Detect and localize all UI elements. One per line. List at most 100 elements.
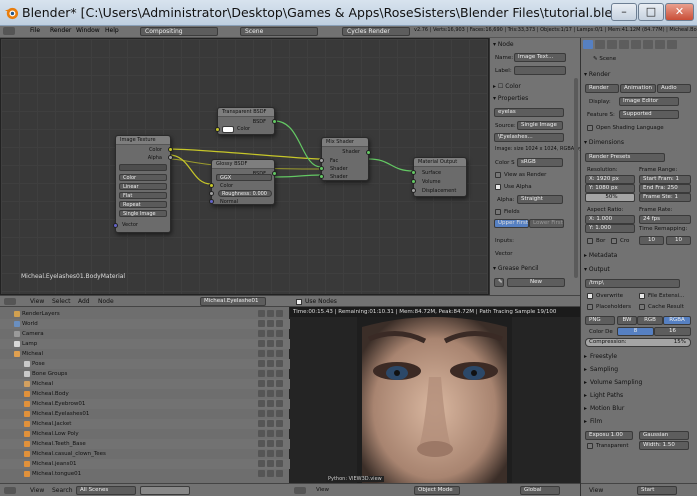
output-socket[interactable] — [366, 150, 371, 155]
material-tab-icon[interactable] — [655, 40, 665, 49]
file-path-field[interactable]: \Eyelashes... — [494, 133, 564, 142]
cursor-visibility-icon[interactable] — [267, 370, 274, 377]
camera-visibility-icon[interactable] — [276, 400, 283, 407]
eye-visibility-icon[interactable] — [258, 430, 265, 437]
outliner-row[interactable]: Micheal — [0, 379, 290, 389]
cursor-visibility-icon[interactable] — [267, 350, 274, 357]
alpha-mode-select[interactable]: Straight — [517, 195, 563, 204]
light-paths-panel-header[interactable]: Light Paths — [584, 391, 694, 401]
outliner-row[interactable]: Micheal.Eyebrow01 — [0, 399, 290, 409]
lower-first-toggle[interactable]: Lower First — [529, 219, 564, 228]
editor-type-icon[interactable] — [4, 487, 16, 494]
input-socket[interactable] — [113, 223, 118, 228]
sidebar-scrollbar[interactable] — [574, 78, 578, 278]
editor-type-icon[interactable] — [294, 487, 306, 494]
file-format-select[interactable]: PNG — [585, 316, 615, 325]
outliner-row[interactable]: Micheal.Teeth_Base — [0, 439, 290, 449]
eye-visibility-icon[interactable] — [258, 380, 265, 387]
colorspace-select[interactable]: sRGB — [517, 158, 563, 167]
node-editor[interactable]: Image Texture Color Alpha Color Linear F… — [0, 38, 489, 295]
resolution-percentage[interactable]: 50% — [585, 193, 635, 202]
render-panel-header[interactable]: ▾ Render — [584, 71, 610, 78]
crop-checkbox[interactable] — [611, 238, 617, 244]
extension-select[interactable]: Repeat — [119, 201, 167, 208]
input-socket[interactable] — [319, 158, 324, 163]
new-grease-pencil-button[interactable]: New — [507, 278, 565, 287]
menu-view[interactable]: View — [30, 487, 44, 494]
output-socket[interactable] — [272, 119, 277, 124]
outliner-row[interactable]: Micheal — [0, 349, 290, 359]
node-section-header[interactable]: ▾ Node — [493, 41, 514, 48]
freestyle-panel-header[interactable]: Freestyle — [584, 352, 694, 362]
material-datablock[interactable]: Micheal.Eyelashe01 — [200, 297, 266, 306]
color-section-header[interactable]: ▸ ☐ Color — [493, 83, 521, 90]
camera-visibility-icon[interactable] — [276, 380, 283, 387]
menu-file[interactable]: File — [30, 27, 40, 34]
cursor-visibility-icon[interactable] — [267, 470, 274, 477]
editor-type-icon[interactable] — [3, 27, 15, 35]
output-panel-header[interactable]: ▾ Output — [584, 266, 610, 273]
camera-visibility-icon[interactable] — [276, 390, 283, 397]
cache-result-checkbox[interactable] — [639, 304, 645, 310]
screen-layout-select[interactable]: Compositing — [140, 27, 218, 36]
node-label-field[interactable] — [514, 66, 566, 75]
material-output-node[interactable]: Material Output Surface Volume Displacem… — [411, 157, 467, 197]
source-select[interactable]: Single Image — [119, 210, 167, 217]
file-extension-checkbox[interactable] — [639, 293, 645, 299]
compression-slider[interactable]: Compression: 15% — [585, 338, 691, 347]
render-tab-icon[interactable] — [583, 40, 593, 49]
cursor-visibility-icon[interactable] — [267, 400, 274, 407]
output-socket[interactable] — [272, 171, 277, 176]
editor-type-icon[interactable] — [4, 298, 16, 305]
camera-visibility-icon[interactable] — [276, 440, 283, 447]
outliner-row[interactable]: Micheal.Eyelashes01 — [0, 409, 290, 419]
properties-section-header[interactable]: ▾ Properties — [493, 95, 528, 102]
output-path-field[interactable]: /tmp\ — [585, 279, 680, 288]
depth-8-toggle[interactable]: 8 — [617, 327, 654, 336]
eye-visibility-icon[interactable] — [258, 470, 265, 477]
sampling-panel-header[interactable]: Sampling — [584, 365, 694, 375]
eye-visibility-icon[interactable] — [258, 310, 265, 317]
metadata-panel-header[interactable]: ▸ Metadata — [584, 252, 617, 259]
interpolation-select[interactable]: Linear — [119, 183, 167, 190]
motion-blur-panel-header[interactable]: Motion Blur — [584, 404, 694, 414]
camera-visibility-icon[interactable] — [276, 410, 283, 417]
color-rgb-toggle[interactable]: RGB — [637, 316, 663, 325]
transparent-bsdf-node[interactable]: Transparent BSDF BSDF Color — [215, 107, 277, 135]
upper-first-toggle[interactable]: Upper First — [494, 219, 529, 228]
camera-visibility-icon[interactable] — [276, 320, 283, 327]
input-socket[interactable] — [411, 170, 416, 175]
use-nodes-checkbox[interactable] — [296, 299, 302, 305]
outliner-row[interactable]: Camera — [0, 329, 290, 339]
menu-search[interactable]: Search — [52, 487, 73, 494]
pencil-icon[interactable]: ✎ — [494, 278, 504, 287]
render-result-viewer[interactable]: Time:00:15.43 | Remaining:01:10.31 | Mem… — [290, 307, 580, 483]
scene-select[interactable]: Scene — [240, 27, 318, 36]
menu-view[interactable]: View — [316, 487, 329, 493]
modifier-tab-icon[interactable] — [643, 40, 653, 49]
menu-view[interactable]: View — [589, 487, 603, 494]
color-swatch[interactable] — [222, 126, 234, 133]
color-rgba-toggle[interactable]: RGBA — [663, 316, 691, 325]
image-texture-node[interactable]: Image Texture Color Alpha Color Linear F… — [113, 135, 173, 233]
volume-sampling-panel-header[interactable]: Volume Sampling — [584, 378, 694, 388]
color-mode-select[interactable]: Color — [119, 174, 167, 181]
border-checkbox[interactable] — [587, 238, 593, 244]
outliner-row[interactable]: Micheal.Low Poly — [0, 429, 290, 439]
input-socket[interactable] — [319, 166, 324, 171]
outliner-row[interactable]: World — [0, 319, 290, 329]
resolution-y-field[interactable]: Y: 1080 px — [585, 184, 635, 193]
transform-orientation-select[interactable]: Global — [520, 486, 560, 495]
eye-visibility-icon[interactable] — [258, 320, 265, 327]
menu-render[interactable]: Render — [50, 27, 71, 34]
camera-visibility-icon[interactable] — [276, 370, 283, 377]
aspect-x-field[interactable]: X: 1.000 — [585, 215, 635, 224]
outliner-search-input[interactable] — [140, 486, 190, 495]
render-presets-select[interactable]: Render Presets — [585, 153, 665, 162]
camera-visibility-icon[interactable] — [276, 310, 283, 317]
outliner-row[interactable]: Micheal.Jacket — [0, 419, 290, 429]
image-datablock[interactable] — [119, 164, 167, 171]
outliner-row[interactable]: Pose — [0, 359, 290, 369]
audio-button[interactable]: Audio — [657, 84, 691, 93]
roughness-field[interactable]: Roughness: 0.000 — [218, 190, 272, 197]
